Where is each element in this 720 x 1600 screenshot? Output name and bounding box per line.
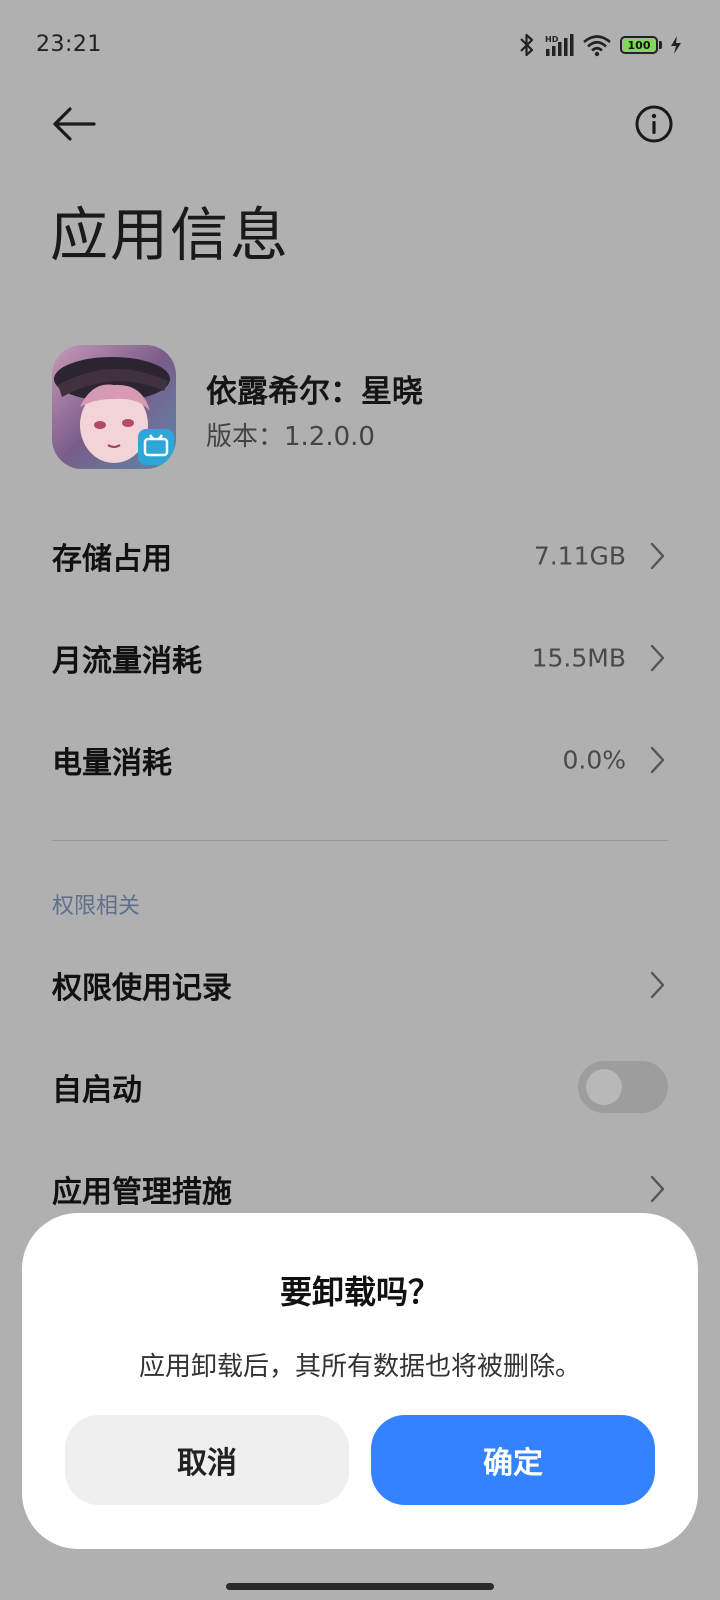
back-button[interactable] — [46, 100, 102, 148]
row-autostart: 自启动 — [0, 1037, 720, 1137]
app-icon — [52, 345, 176, 469]
status-time: 23:21 — [36, 32, 102, 57]
app-name: 依露希尔：星晓 — [206, 374, 423, 410]
row-label: 应用管理措施 — [52, 1175, 232, 1210]
row-label: 电量消耗 — [52, 746, 172, 781]
chevron-right-icon — [650, 971, 665, 999]
row-label: 月流量消耗 — [52, 644, 202, 679]
row-value: 0.0% — [562, 745, 626, 775]
info-button[interactable] — [632, 102, 676, 146]
charging-icon — [671, 36, 681, 54]
section-header-permissions: 权限相关 — [52, 894, 141, 919]
page-title: 应用信息 — [50, 201, 291, 269]
row-value: 7.11GB — [533, 541, 626, 571]
battery-icon: 100 — [620, 36, 658, 54]
row-permission-history[interactable]: 权限使用记录 — [0, 935, 720, 1035]
toggle-knob — [586, 1069, 622, 1105]
info-icon — [635, 105, 673, 143]
row-label: 自启动 — [52, 1073, 142, 1108]
status-icons: HD 100 — [518, 30, 682, 60]
home-indicator[interactable] — [226, 1583, 494, 1590]
bluetooth-icon — [520, 33, 534, 57]
row-label: 权限使用记录 — [52, 971, 232, 1006]
row-label: 存储占用 — [52, 542, 172, 577]
dialog-message: 应用卸载后，其所有数据也将被删除。 — [138, 1352, 581, 1382]
svg-text:HD: HD — [545, 35, 559, 44]
row-storage[interactable]: 存储占用 7.11GB — [0, 506, 720, 606]
chevron-right-icon — [650, 542, 665, 570]
wifi-icon — [583, 35, 611, 57]
cancel-button[interactable]: 取消 — [65, 1415, 349, 1505]
uninstall-dialog: 要卸载吗？ 应用卸载后，其所有数据也将被删除。 取消 确定 — [22, 1213, 698, 1549]
row-data-usage[interactable]: 月流量消耗 15.5MB — [0, 608, 720, 708]
autostart-toggle[interactable] — [578, 1061, 668, 1113]
arrow-left-icon — [53, 107, 96, 141]
app-version: 版本：1.2.0.0 — [206, 422, 375, 452]
confirm-button[interactable]: 确定 — [371, 1415, 655, 1505]
signal-icon: HD — [545, 34, 574, 56]
row-value: 15.5MB — [531, 643, 626, 673]
chevron-right-icon — [650, 1175, 665, 1203]
row-battery-usage[interactable]: 电量消耗 0.0% — [0, 710, 720, 810]
chevron-right-icon — [650, 746, 665, 774]
battery-cap — [659, 41, 662, 49]
divider — [52, 840, 668, 841]
chevron-right-icon — [650, 644, 665, 672]
battery-level: 100 — [627, 38, 651, 52]
dialog-title: 要卸载吗？ — [279, 1273, 440, 1311]
